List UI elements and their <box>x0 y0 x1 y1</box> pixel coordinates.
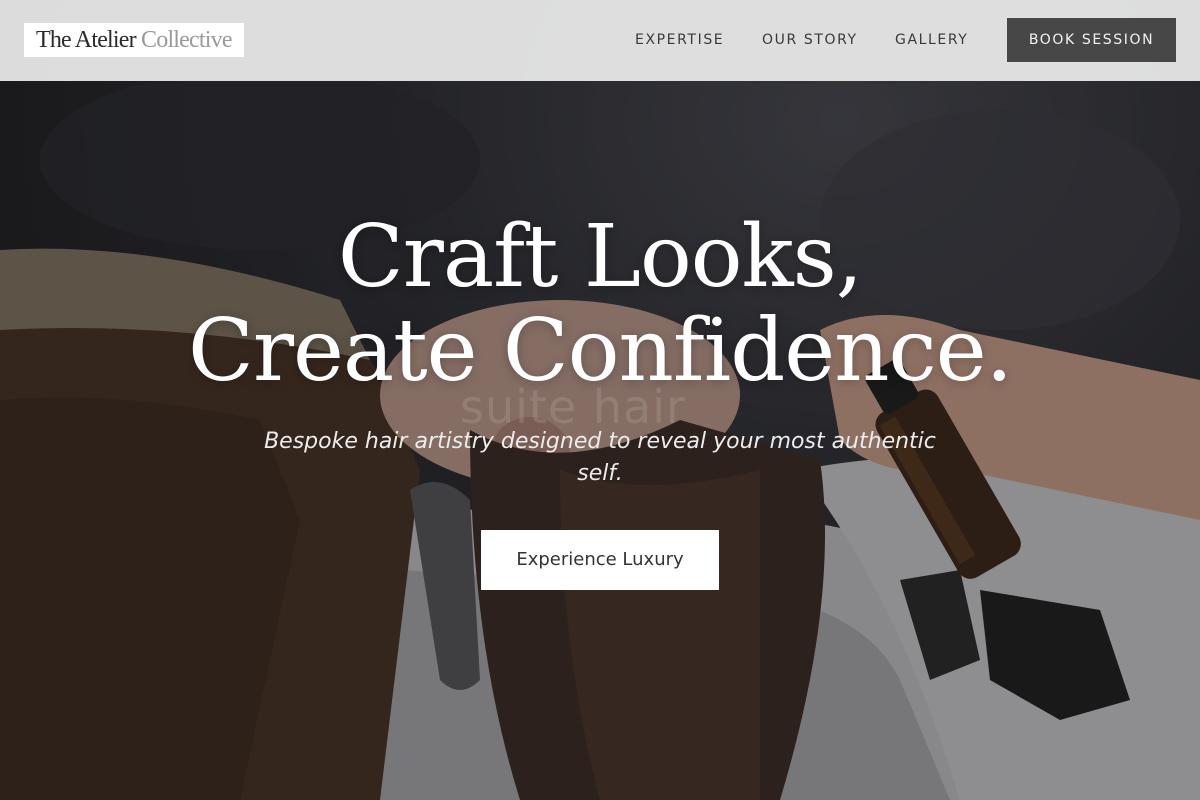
hero-headline-line-2: Create Confidence. <box>188 301 1013 401</box>
hero-headline-line-1: Craft Looks, <box>337 207 863 307</box>
brand-logo[interactable]: The Atelier Collective <box>24 23 244 57</box>
brand-name-primary: The Atelier <box>36 27 137 53</box>
site-header: The Atelier Collective EXPERTISE OUR STO… <box>0 0 1200 81</box>
hero-subtitle: Bespoke hair artistry designed to reveal… <box>264 429 936 486</box>
brand-name-secondary: Collective <box>141 27 232 53</box>
book-session-button[interactable]: BOOK SESSION <box>1007 18 1176 62</box>
nav-link-expertise[interactable]: EXPERTISE <box>635 30 724 50</box>
nav-link-our-story[interactable]: OUR STORY <box>762 30 858 50</box>
experience-luxury-button[interactable]: Experience Luxury <box>481 530 719 590</box>
nav-link-gallery[interactable]: GALLERY <box>895 30 968 50</box>
hero-headline: Craft Looks, Create Confidence. <box>0 210 1200 398</box>
